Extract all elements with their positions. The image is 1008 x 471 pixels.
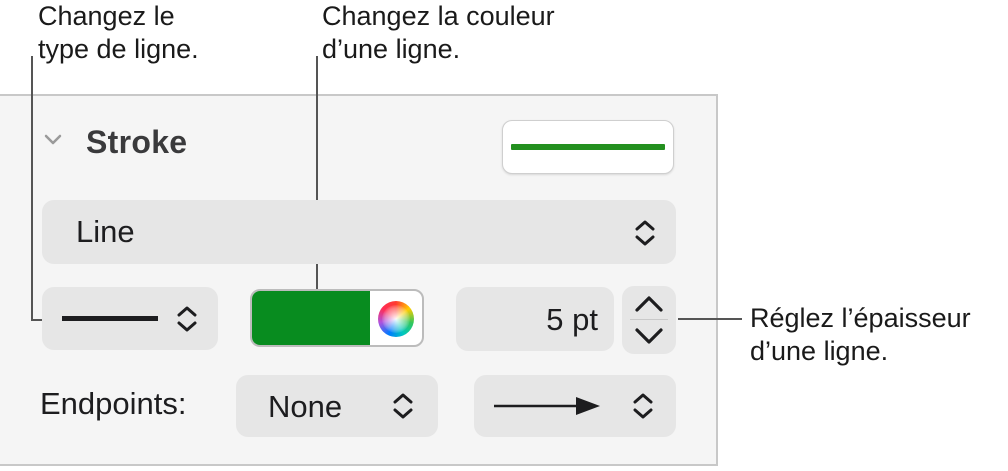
stroke-thickness-field[interactable]: 5 pt	[456, 287, 614, 351]
stroke-section-title: Stroke	[86, 124, 188, 160]
callout-line-type: Changez le type de ligne.	[38, 1, 199, 64]
chevron-updown-icon	[635, 220, 655, 246]
end-endpoint-select[interactable]	[474, 375, 676, 437]
start-endpoint-value: None	[268, 389, 343, 424]
stroke-color-well[interactable]	[250, 289, 424, 347]
callout-line-color: Changez la couleur d’une ligne.	[322, 1, 555, 64]
callout-line-thickness: Réglez l’épaisseur d’une ligne.	[750, 303, 971, 366]
stroke-preview-button[interactable]	[502, 120, 674, 174]
thickness-stepper[interactable]	[622, 286, 676, 354]
arrow-right-icon	[494, 397, 600, 415]
line-style-value: Line	[76, 214, 135, 249]
leader-line-type-vertical	[31, 56, 33, 320]
chevron-up-icon[interactable]	[632, 294, 666, 314]
stepper-divider	[630, 319, 668, 320]
chevron-updown-icon	[633, 393, 653, 419]
chevron-updown-icon	[393, 393, 413, 419]
line-type-popup[interactable]	[42, 287, 218, 350]
solid-line-sample-icon	[62, 316, 158, 321]
endpoints-label: Endpoints:	[40, 386, 187, 421]
stroke-color-swatch[interactable]	[252, 291, 370, 345]
chevron-down-icon[interactable]	[632, 326, 666, 346]
stroke-thickness-value: 5 pt	[546, 302, 598, 337]
leader-line-thickness	[678, 318, 742, 320]
chevron-down-icon[interactable]	[42, 132, 64, 148]
chevron-updown-icon	[177, 306, 197, 332]
stroke-preview-line	[511, 144, 665, 150]
color-wheel-icon[interactable]	[378, 301, 414, 337]
start-endpoint-select[interactable]: None	[236, 375, 438, 437]
line-style-select[interactable]: Line	[42, 200, 676, 264]
